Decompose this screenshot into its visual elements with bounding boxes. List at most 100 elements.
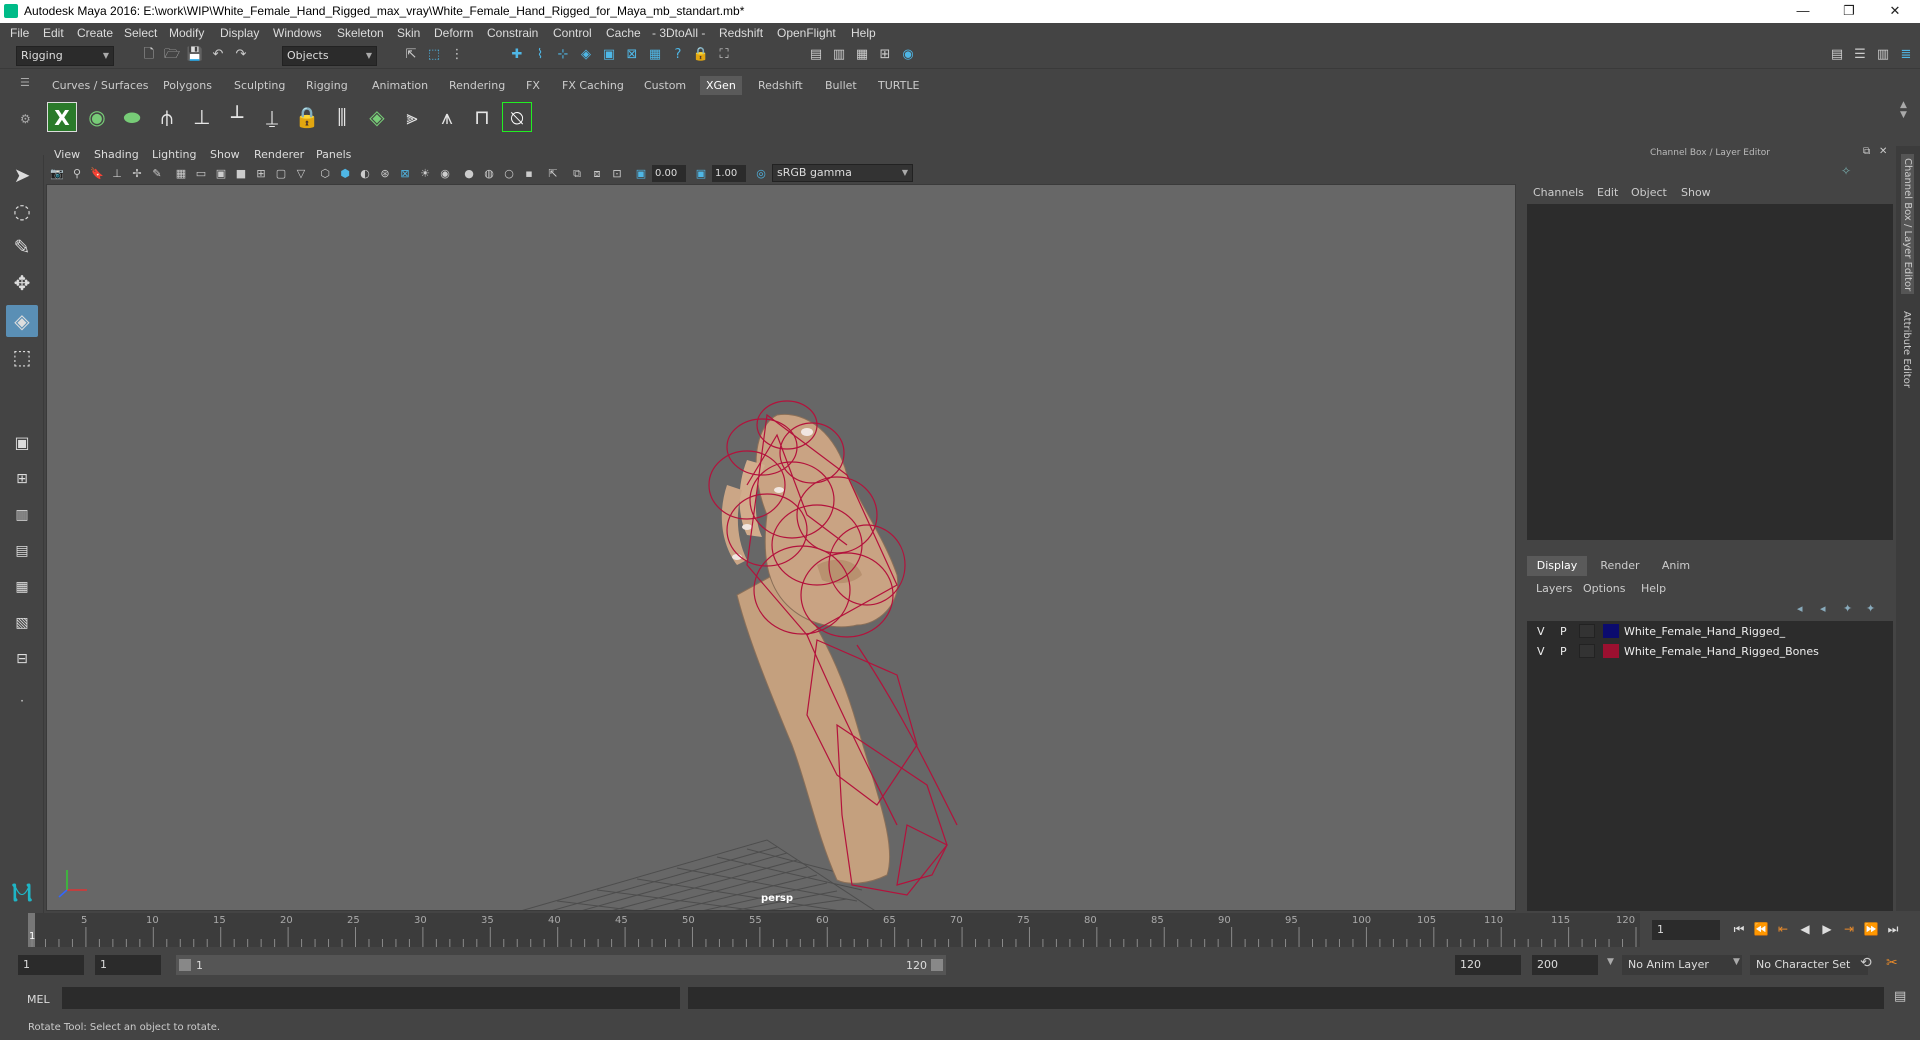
workspace-layout-icon[interactable]: ▤ bbox=[1828, 46, 1846, 64]
depth-of-field-icon[interactable]: ▪ bbox=[520, 165, 538, 183]
menu-modify[interactable]: Modify bbox=[169, 26, 204, 40]
side-tab-channel-box[interactable]: Channel Box / Layer Editor bbox=[1901, 154, 1914, 294]
menu-display[interactable]: Display bbox=[220, 26, 259, 40]
move-layer-down-icon[interactable]: ◂ bbox=[1820, 602, 1826, 615]
exposure-field[interactable]: 0.00 bbox=[652, 165, 686, 182]
range-slider[interactable]: 1 120 bbox=[176, 955, 946, 975]
range-menu-arrow-icon[interactable]: ▼ bbox=[1607, 957, 1614, 967]
textured-icon[interactable]: ⊠ bbox=[396, 165, 414, 183]
field-chart-icon[interactable]: ⊞ bbox=[252, 165, 270, 183]
shelf-tab-custom[interactable]: Custom bbox=[638, 76, 692, 95]
xgen-lock-length-icon[interactable]: 🔒 bbox=[292, 102, 322, 132]
use-all-lights-icon[interactable]: ☀ bbox=[416, 165, 434, 183]
menu-windows[interactable]: Windows bbox=[273, 26, 322, 40]
menu-select[interactable]: Select bbox=[124, 26, 157, 40]
playback-start-field[interactable]: 1 bbox=[95, 955, 161, 975]
selection-mode-dropdown[interactable]: Objects bbox=[282, 46, 377, 66]
close-button[interactable]: ✕ bbox=[1872, 0, 1918, 23]
render-frame-icon[interactable]: ▤ bbox=[807, 46, 825, 64]
xray-components-icon[interactable]: ⊡ bbox=[608, 165, 626, 183]
step-forward-frame-icon[interactable]: ⏩ bbox=[1862, 920, 1880, 938]
channelbox-menu-channels[interactable]: Channels bbox=[1533, 186, 1584, 199]
safe-title-icon[interactable]: ▽ bbox=[292, 165, 310, 183]
motion-blur-icon[interactable]: ◍ bbox=[480, 165, 498, 183]
animation-start-field[interactable]: 1 bbox=[18, 955, 84, 975]
layer-color-swatch[interactable] bbox=[1603, 624, 1619, 638]
xgen-add-guide-icon[interactable]: ⊥ bbox=[187, 102, 217, 132]
wireframe-icon[interactable]: ⬡ bbox=[316, 165, 334, 183]
xgen-editor-icon[interactable]: X bbox=[47, 102, 77, 132]
restore-button[interactable]: ❐ bbox=[1826, 0, 1872, 23]
grid-icon[interactable]: ▦ bbox=[172, 165, 190, 183]
anim-layer-dropdown[interactable]: No Anim Layer bbox=[1622, 955, 1742, 975]
camera-attributes-icon[interactable]: ⚲ bbox=[68, 165, 86, 183]
smooth-shade-icon[interactable]: ⬢ bbox=[336, 165, 354, 183]
shelf-tab-turtle[interactable]: TURTLE bbox=[872, 76, 925, 95]
layer-visibility-toggle[interactable]: V bbox=[1537, 625, 1545, 638]
move-layer-up-icon[interactable]: ◂ bbox=[1797, 602, 1803, 615]
xray-icon[interactable]: ⧉ bbox=[568, 165, 586, 183]
snap-curve-icon[interactable]: ⌇ bbox=[531, 46, 549, 64]
select-lock-icon[interactable]: ⛶ bbox=[715, 46, 733, 64]
rotate-tool-icon[interactable]: ◈ bbox=[6, 305, 38, 337]
animation-prefs-icon[interactable]: ✂ bbox=[1886, 955, 1898, 971]
layer-playback-toggle[interactable]: P bbox=[1560, 625, 1567, 638]
snap-view-icon[interactable]: ◈ bbox=[577, 46, 595, 64]
menu-openflight[interactable]: OpenFlight bbox=[777, 26, 836, 40]
channelbox-menu-edit[interactable]: Edit bbox=[1597, 186, 1618, 199]
close-panel-icon[interactable]: ✕ bbox=[1879, 146, 1887, 157]
vp-menu-renderer[interactable]: Renderer bbox=[254, 148, 304, 161]
snap-point-icon[interactable]: ⊹ bbox=[554, 46, 572, 64]
antialiasing-icon[interactable]: ○ bbox=[500, 165, 518, 183]
layer-type-slot[interactable] bbox=[1579, 624, 1595, 638]
xgen-grooming-icon[interactable]: ⩚ bbox=[432, 102, 462, 132]
xgen-guide-splines-icon[interactable]: ⫼ bbox=[327, 102, 357, 132]
menu-deform[interactable]: Deform bbox=[434, 26, 473, 40]
render-view-icon[interactable]: ◉ bbox=[899, 46, 917, 64]
step-back-frame-icon[interactable]: ⏪ bbox=[1752, 920, 1770, 938]
script-editor-icon[interactable]: ▤ bbox=[1894, 989, 1906, 1004]
shadows-icon[interactable]: ◉ bbox=[436, 165, 454, 183]
layer-playback-toggle[interactable]: P bbox=[1560, 645, 1567, 658]
snap-surface-icon[interactable]: ▣ bbox=[600, 46, 618, 64]
layer-name[interactable]: White_Female_Hand_Rigged_ bbox=[1624, 625, 1785, 638]
xgen-place-guide-icon[interactable]: ┴ bbox=[222, 102, 252, 132]
shelf-tab-polygons[interactable]: Polygons bbox=[157, 76, 218, 95]
vp-menu-shading[interactable]: Shading bbox=[94, 148, 139, 161]
play-forwards-icon[interactable]: ▶ bbox=[1818, 920, 1836, 938]
menu-file[interactable]: File bbox=[10, 26, 29, 40]
open-scene-icon[interactable]: 🗁 bbox=[163, 46, 181, 64]
scale-tool-icon[interactable]: ⬚ bbox=[6, 341, 38, 373]
menu-constrain[interactable]: Constrain bbox=[487, 26, 538, 40]
new-layer-selected-icon[interactable]: ✦ bbox=[1866, 602, 1875, 615]
auto-key-icon[interactable]: ⟲ bbox=[1860, 955, 1872, 971]
vp-menu-view[interactable]: View bbox=[54, 148, 80, 161]
shelf-settings-icon[interactable]: ⚙ bbox=[20, 112, 31, 126]
playback-end-field[interactable]: 120 bbox=[1455, 955, 1521, 975]
command-input[interactable] bbox=[62, 987, 680, 1009]
undo-icon[interactable]: ↶ bbox=[209, 46, 227, 64]
step-back-key-icon[interactable]: ⇤ bbox=[1774, 920, 1792, 938]
shelf-menu-icon[interactable]: ☰ bbox=[20, 76, 30, 89]
snap-grid-icon[interactable]: ✚ bbox=[508, 46, 526, 64]
vp-menu-show[interactable]: Show bbox=[210, 148, 240, 161]
gamma-icon[interactable]: ▣ bbox=[692, 165, 710, 183]
toggle-attribute-editor-icon[interactable]: ≣ bbox=[1897, 46, 1915, 64]
menu-create[interactable]: Create bbox=[77, 26, 113, 40]
vp-menu-panels[interactable]: Panels bbox=[316, 148, 351, 161]
menu-skin[interactable]: Skin bbox=[397, 26, 420, 40]
shelf-tab-xgen[interactable]: XGen bbox=[700, 76, 742, 95]
side-tab-attribute-editor[interactable]: Attribute Editor bbox=[1901, 311, 1912, 388]
shelf-scroll-icon[interactable]: ▲ ▼ bbox=[1900, 100, 1907, 120]
ipr-render-icon[interactable]: ▥ bbox=[830, 46, 848, 64]
step-forward-key-icon[interactable]: ⇥ bbox=[1840, 920, 1858, 938]
menu-help[interactable]: Help bbox=[851, 26, 876, 40]
shelf-tab-rigging[interactable]: Rigging bbox=[300, 76, 354, 95]
xgen-sculpt-icon[interactable]: ⫸ bbox=[397, 102, 427, 132]
persp-hypershade-icon[interactable]: ▦ bbox=[6, 571, 38, 603]
layer-color-swatch[interactable] bbox=[1603, 644, 1619, 658]
xgen-cache-icon[interactable]: ⍉ bbox=[502, 102, 532, 132]
wireframe-on-shaded-icon[interactable]: ⊛ bbox=[376, 165, 394, 183]
layer-row[interactable]: V P White_Female_Hand_Rigged_Bones bbox=[1527, 641, 1892, 661]
character-set-dropdown[interactable]: No Character Set bbox=[1750, 955, 1868, 975]
